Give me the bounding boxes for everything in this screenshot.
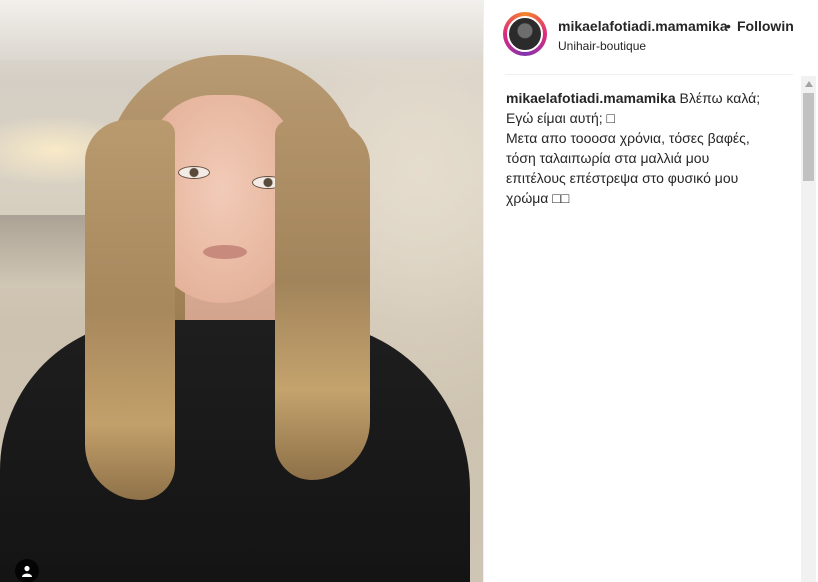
photo-sweater — [0, 320, 470, 582]
caption-line-2: Εγώ είμαι αυτή; □ — [506, 110, 615, 126]
photo-ceiling — [0, 0, 483, 60]
caption-line-1: Βλέπω καλά; — [675, 90, 761, 106]
header-separator: • — [726, 18, 731, 34]
post-username-link[interactable]: mikaelafotiadi.mamamika — [558, 18, 728, 34]
caption-username-link[interactable]: mikaelafotiadi.mamamika — [506, 90, 676, 106]
person-icon — [22, 565, 32, 577]
caption-line-4: τόση ταλαιπωρία στα μαλλιά μου — [506, 150, 710, 166]
avatar[interactable] — [507, 16, 543, 52]
post-caption: mikaelafotiadi.mamamika Βλέπω καλά; Εγώ … — [506, 88, 796, 208]
triangle-up-icon — [804, 81, 813, 87]
caption-line-5: επιτέλους επέστρεψα στο φυσικό μου — [506, 170, 739, 186]
caption-line-3: Μετα απο τοοοσα χρόνια, τόσες βαφές, — [506, 130, 750, 146]
photo-eye-left — [178, 166, 210, 179]
avatar-story-ring[interactable] — [503, 12, 547, 56]
post-header: mikaelafotiadi.mamamika • Following Unih… — [483, 0, 793, 70]
location-link[interactable]: Unihair-boutique — [558, 39, 646, 53]
post-header-inner: mikaelafotiadi.mamamika • Following Unih… — [501, 12, 793, 62]
following-button[interactable]: Following — [737, 18, 793, 34]
caption-line-6: χρώμα □□ — [506, 190, 570, 206]
scrollbar-thumb[interactable] — [803, 93, 814, 181]
user-tag-button[interactable] — [15, 559, 39, 582]
post-photo[interactable] — [0, 0, 483, 582]
photo-hair-left — [85, 120, 175, 500]
scroll-up-button[interactable] — [801, 76, 816, 91]
photo-hair-right — [275, 120, 370, 480]
header-divider — [505, 74, 793, 75]
photo-mouth — [203, 245, 247, 259]
